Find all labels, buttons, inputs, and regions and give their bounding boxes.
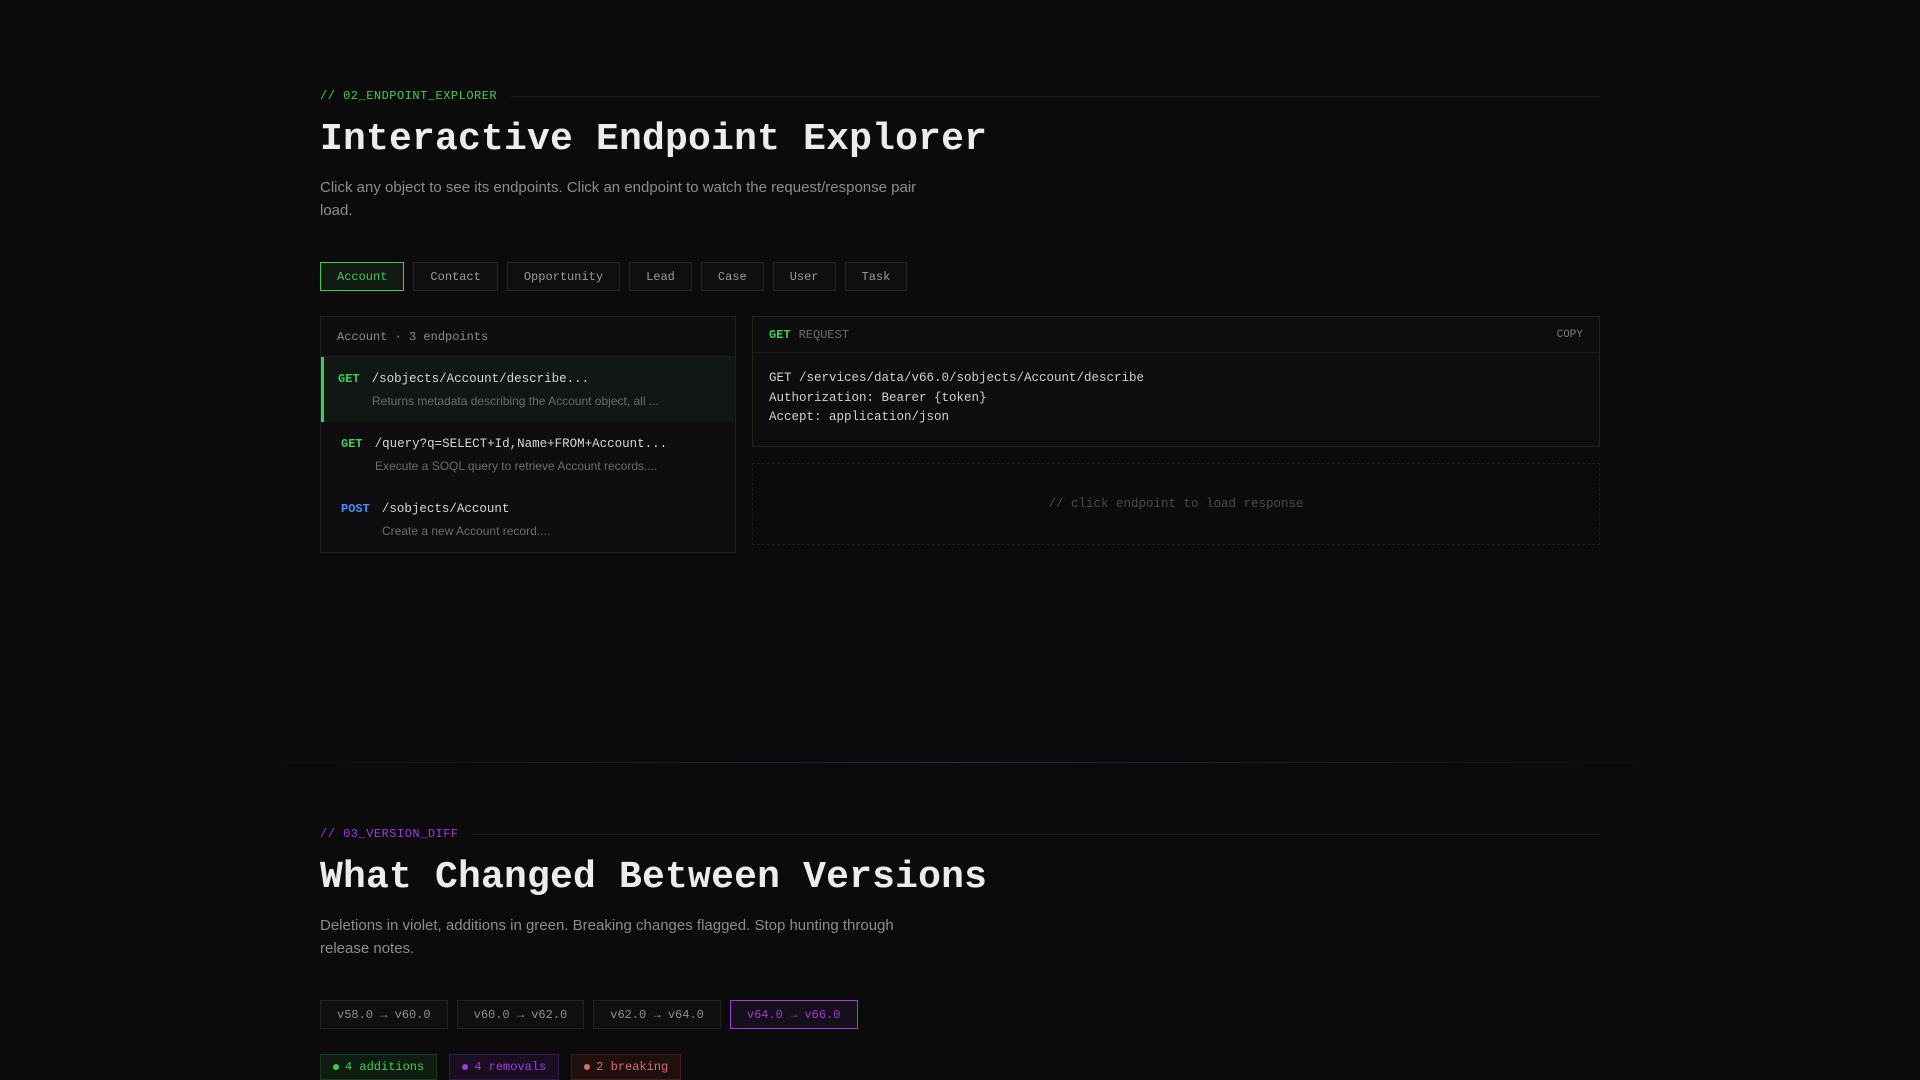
breaking-badge: 2 breaking <box>571 1054 682 1080</box>
additions-label: 4 additions <box>345 1060 425 1074</box>
method-badge: POST <box>341 502 370 516</box>
tab-user[interactable]: User <box>772 262 836 291</box>
section-description: Click any object to see its endpoints. C… <box>320 179 917 219</box>
tab-version[interactable]: v60.0 → v62.0 <box>456 1000 585 1029</box>
tab-contact[interactable]: Contact <box>413 262 498 291</box>
section-title: Interactive Endpoint Explorer <box>320 118 988 161</box>
endpoint-item[interactable]: GET /sobjects/Account/describe... Return… <box>321 357 735 422</box>
eyebrow-divider <box>472 833 1600 835</box>
section-eyebrow: // 02_ENDPOINT_EXPLORER <box>320 89 498 103</box>
endpoint-path: /sobjects/Account/describe... <box>371 372 590 386</box>
tab-account[interactable]: Account <box>320 262 405 291</box>
request-line: GET /services/data/v66.0/sobjects/Accoun… <box>769 371 1145 385</box>
version-diff-section: // 03_VERSION_DIFF What Changed Between … <box>320 826 1600 1080</box>
endpoint-item[interactable]: POST /sobjects/Account Create a new Acco… <box>321 487 735 552</box>
tab-version[interactable]: v62.0 → v64.0 <box>593 1000 721 1029</box>
section-divider <box>0 762 1920 763</box>
tab-lead[interactable]: Lead <box>629 262 692 291</box>
endpoint-item[interactable]: GET /query?q=SELECT+Id,Name+FROM+Account… <box>321 422 735 487</box>
request-response-panel: GET REQUEST COPY GET /services/data/v66.0… <box>752 316 1600 545</box>
tab-version[interactable]: v58.0 → v60.0 <box>320 1000 448 1029</box>
version-tabs: v58.0 → v60.0 v60.0 → v62.0 v62.0 → v64.… <box>320 1000 1600 1029</box>
request-line: Authorization: Bearer {token} <box>769 390 987 405</box>
eyebrow-divider <box>511 95 1600 97</box>
endpoint-path: /query?q=SELECT+Id,Name+FROM+Account... <box>374 437 668 451</box>
request-header: GET REQUEST COPY <box>753 317 1599 353</box>
section-title: What Changed Between Versions <box>320 856 988 899</box>
status-dot-icon <box>333 1064 339 1070</box>
status-dot-icon <box>462 1064 469 1070</box>
endpoint-description: Create a new Account record.... <box>382 524 551 538</box>
object-tabs: Account Contact Opportunity Lead Case Us… <box>320 262 1600 291</box>
endpoint-path: /sobjects/Account <box>381 502 510 516</box>
response-placeholder: // click endpoint to load response <box>752 462 1600 545</box>
additions-badge: 4 additions <box>320 1054 438 1080</box>
section-eyebrow-row: // 02_ENDPOINT_EXPLORER <box>320 88 1600 104</box>
endpoint-list-header: Account · 3 endpoints <box>321 317 735 357</box>
method-badge: GET <box>341 437 363 451</box>
status-dot-icon <box>584 1064 591 1070</box>
endpoint-list: Account · 3 endpoints GET /sobjects/Acco… <box>320 316 736 553</box>
breaking-label: 2 breaking <box>596 1060 669 1074</box>
endpoint-explorer-section: // 02_ENDPOINT_EXPLORER Interactive Endp… <box>320 88 1600 553</box>
removals-label: 4 removals <box>474 1060 547 1074</box>
request-panel: GET REQUEST COPY GET /services/data/v66.0… <box>752 316 1600 447</box>
tab-version-active[interactable]: v64.0 → v66.0 <box>729 1000 858 1029</box>
section-eyebrow-row: // 03_VERSION_DIFF <box>320 826 1600 842</box>
endpoint-description: Returns metadata describing the Account … <box>372 394 659 408</box>
diff-summary-badges: 4 additions 4 removals 2 breaking <box>320 1054 1600 1080</box>
section-description: Deletions in violet, additions in green.… <box>320 917 894 957</box>
tab-task[interactable]: Task <box>844 262 908 291</box>
request-line: Accept: application/json <box>769 410 950 424</box>
copy-button[interactable]: COPY <box>1557 329 1583 341</box>
endpoint-description: Execute a SOQL query to retrieve Account… <box>375 459 658 473</box>
request-method: GET <box>769 327 791 342</box>
removals-badge: 4 removals <box>449 1054 560 1080</box>
request-body: GET /services/data/v66.0/sobjects/Accoun… <box>753 353 1599 446</box>
explorer-panels: Account · 3 endpoints GET /sobjects/Acco… <box>320 316 1600 553</box>
method-badge: GET <box>338 372 360 386</box>
tab-case[interactable]: Case <box>700 262 764 291</box>
request-label: REQUEST <box>798 327 850 342</box>
section-eyebrow: // 03_VERSION_DIFF <box>320 827 459 841</box>
tab-opportunity[interactable]: Opportunity <box>506 262 621 291</box>
